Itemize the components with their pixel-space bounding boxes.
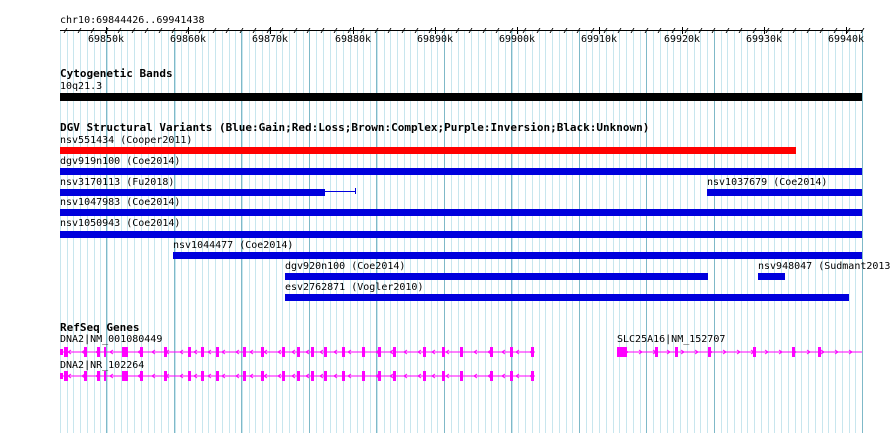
gene-exon xyxy=(675,347,678,357)
gene-exon xyxy=(510,347,513,357)
gene-exon xyxy=(188,347,191,357)
gene-exon xyxy=(423,347,426,357)
gene-exon xyxy=(708,347,711,357)
gene-exon xyxy=(617,347,627,357)
gene-exon xyxy=(393,347,396,357)
gene-exon xyxy=(393,371,396,381)
gene-exon xyxy=(140,371,143,381)
gene-exon xyxy=(531,347,534,357)
gene-exon xyxy=(311,371,314,381)
gene-exon xyxy=(60,373,63,379)
gene-exon xyxy=(423,371,426,381)
gene-label: DNA2|NR_102264 xyxy=(60,360,145,371)
gene-exon xyxy=(442,347,445,357)
gene-exon xyxy=(490,371,493,381)
gene-exon xyxy=(201,347,204,357)
gene-exon xyxy=(84,347,87,357)
gene-exon xyxy=(104,371,106,381)
gene-exon xyxy=(216,347,219,357)
gene-exon xyxy=(282,371,285,381)
gene-dna2-nm-001080449 xyxy=(60,347,535,357)
gene-exon xyxy=(282,347,285,357)
gene-exon xyxy=(60,349,63,355)
gene-exon xyxy=(104,347,106,357)
gene-exon xyxy=(342,347,345,357)
gene-exon xyxy=(378,371,381,381)
gene-exon xyxy=(324,371,327,381)
gene-slc25a16 xyxy=(617,347,862,357)
gene-exon xyxy=(818,347,821,357)
gene-exon xyxy=(243,347,246,357)
gene-exon xyxy=(442,371,445,381)
gene-exon xyxy=(97,371,100,381)
gene-exon xyxy=(243,371,246,381)
gene-exon xyxy=(510,371,513,381)
gene-exon xyxy=(188,371,191,381)
genome-browser-view: chr10:69844426..69941438 69850k 69860k 698… xyxy=(0,0,890,433)
gene-exon xyxy=(297,347,300,357)
gene-exon xyxy=(490,347,493,357)
gene-exon xyxy=(84,371,87,381)
gene-exon xyxy=(122,371,128,381)
gene-exon xyxy=(140,347,143,357)
gene-exon xyxy=(324,347,327,357)
gene-exon xyxy=(201,371,204,381)
gene-dna2-nr-102264 xyxy=(60,371,535,381)
gene-exon xyxy=(378,347,381,357)
gene-exon xyxy=(97,347,100,357)
gene-exon xyxy=(792,347,795,357)
gene-exon xyxy=(216,371,219,381)
gene-exon xyxy=(342,371,345,381)
gene-label: SLC25A16|NM_152707 xyxy=(617,334,726,345)
gene-exon xyxy=(311,347,314,357)
gene-exon xyxy=(122,347,128,357)
gene-exon xyxy=(531,371,534,381)
gene-exon xyxy=(297,371,300,381)
